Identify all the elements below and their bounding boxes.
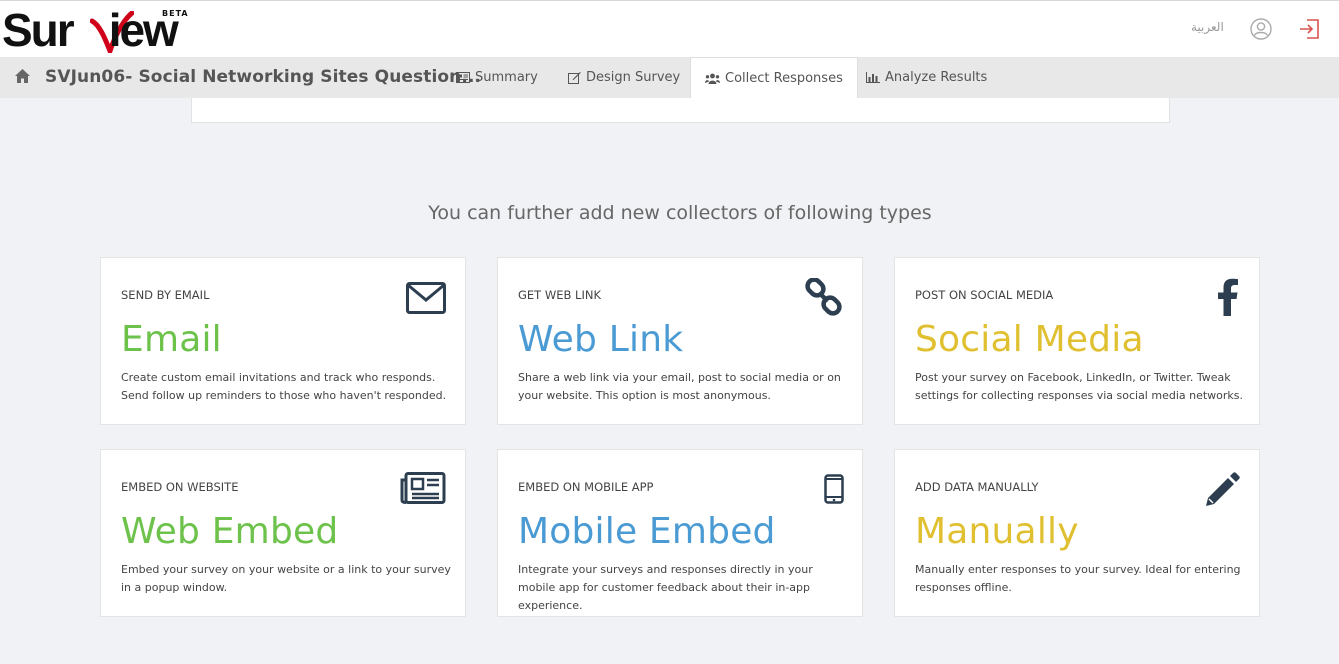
users-icon	[705, 73, 720, 84]
tab-label: Summary	[475, 70, 538, 85]
logout-icon[interactable]	[1298, 18, 1320, 40]
language-switch[interactable]: العربية	[1191, 20, 1224, 34]
tab-analyze-results[interactable]: Analyze Results	[852, 57, 1001, 98]
card-title: Social Media	[915, 319, 1144, 360]
card-title: Web Link	[518, 319, 684, 360]
card-kicker: EMBED ON WEBSITE	[121, 480, 239, 494]
card-description: Share a web link via your email, post to…	[518, 371, 841, 402]
bar-chart-icon	[866, 72, 880, 83]
top-bar: Sur iew BETA العربية	[0, 0, 1339, 57]
edit-icon	[568, 72, 581, 84]
pencil-icon	[1206, 472, 1240, 506]
tab-label: Analyze Results	[885, 70, 988, 85]
card-title: Email	[121, 319, 222, 360]
card-description: Manually enter responses to your survey.…	[915, 563, 1241, 594]
logo[interactable]: Sur iew BETA	[2, 7, 192, 53]
tab-summary[interactable]: Summary	[442, 57, 552, 98]
collectors-panel	[191, 98, 1170, 123]
tab-collect-responses[interactable]: Collect Responses	[690, 57, 858, 99]
collectors-heading: You can further add new collectors of fo…	[428, 202, 932, 224]
tab-label: Collect Responses	[725, 71, 843, 86]
card-kicker: GET WEB LINK	[518, 288, 601, 302]
collector-card-email[interactable]: SEND BY EMAIL Email Create custom email …	[100, 257, 466, 425]
envelope-icon	[406, 282, 446, 314]
tab-design-survey[interactable]: Design Survey	[554, 57, 694, 98]
card-title: Manually	[915, 511, 1079, 552]
card-description: Post your survey on Facebook, LinkedIn, …	[915, 371, 1244, 402]
collector-card-web-link[interactable]: GET WEB LINK Web Link Share a web link v…	[497, 257, 863, 425]
newspaper-icon	[400, 472, 446, 504]
collector-card-mobile-embed[interactable]: EMBED ON MOBILE APP Mobile Embed Integra…	[497, 449, 863, 617]
card-description: Create custom email invitations and trac…	[121, 371, 447, 402]
card-description: Integrate your surveys and responses dir…	[518, 563, 813, 612]
facebook-icon	[1218, 278, 1238, 316]
beta-badge: BETA	[162, 9, 189, 18]
card-kicker: POST ON SOCIAL MEDIA	[915, 288, 1054, 302]
home-icon[interactable]	[14, 68, 31, 84]
survey-title: SVJun06- Social Networking Sites Questio…	[45, 67, 482, 87]
user-icon[interactable]	[1250, 18, 1272, 40]
collector-card-manually[interactable]: ADD DATA MANUALLY Manually Manually ente…	[894, 449, 1260, 617]
collector-card-web-embed[interactable]: EMBED ON WEBSITE Web Embed Embed your su…	[100, 449, 466, 617]
card-kicker: ADD DATA MANUALLY	[915, 480, 1039, 494]
card-kicker: SEND BY EMAIL	[121, 288, 210, 302]
card-title: Mobile Embed	[518, 511, 776, 552]
card-kicker: EMBED ON MOBILE APP	[518, 480, 654, 494]
card-title: Web Embed	[121, 511, 339, 552]
link-icon	[805, 278, 842, 316]
mobile-icon	[824, 474, 844, 504]
collector-card-social-media[interactable]: POST ON SOCIAL MEDIA Social Media Post y…	[894, 257, 1260, 425]
card-description: Embed your survey on your website or a l…	[121, 563, 451, 594]
tab-label: Design Survey	[586, 70, 681, 85]
survey-nav-bar: SVJun06- Social Networking Sites Questio…	[0, 57, 1339, 99]
logo-text: Sur iew	[2, 4, 179, 56]
summary-icon	[456, 72, 470, 83]
